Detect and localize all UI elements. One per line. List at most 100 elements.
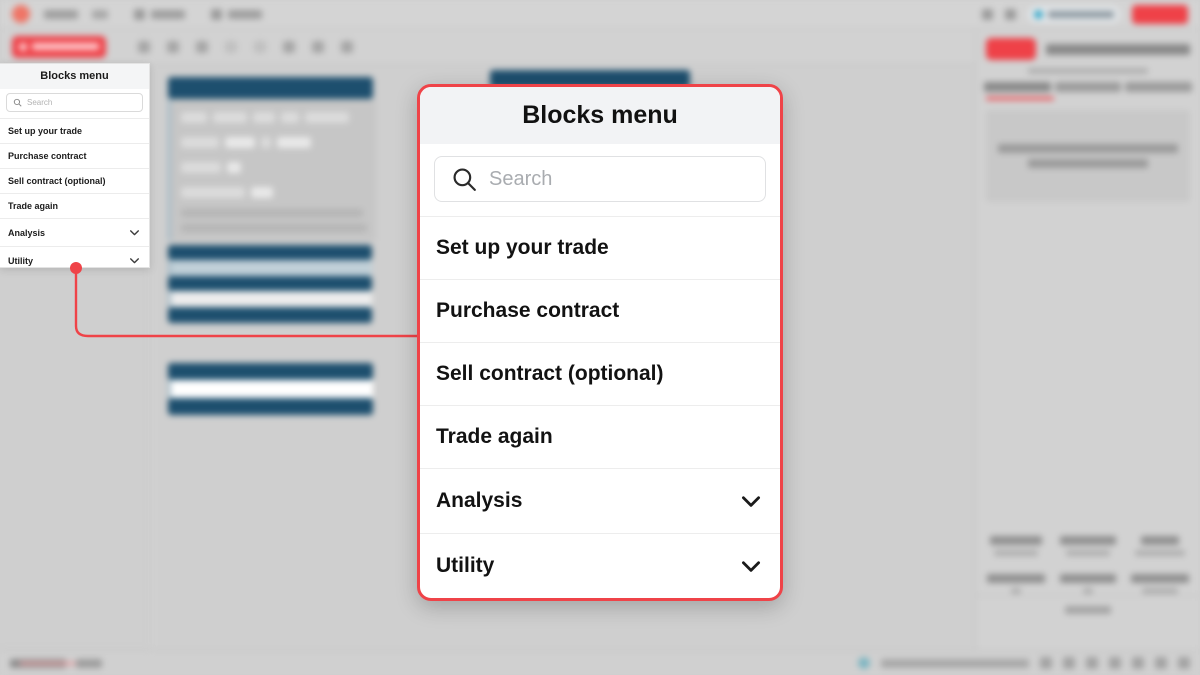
sidebar-item-label: Set up your trade <box>8 126 83 136</box>
status-bar <box>0 650 1200 675</box>
notifications-icon[interactable] <box>1005 8 1016 20</box>
sidebar-item-label: Utility <box>8 255 34 266</box>
block-header-analysis[interactable] <box>168 363 373 380</box>
chevron-down-icon[interactable] <box>738 553 764 579</box>
block-stack-main[interactable] <box>168 77 376 323</box>
menu-item-one[interactable] <box>134 8 185 20</box>
modal-item-set-up-your-trade[interactable]: Set up your trade <box>420 216 780 279</box>
open-file-icon[interactable] <box>167 40 179 53</box>
chevron-down-icon[interactable] <box>738 488 764 514</box>
account-status-pill[interactable] <box>1028 5 1120 23</box>
chevron-down-icon[interactable] <box>128 254 141 267</box>
sidebar-search-wrap: Search <box>0 89 149 118</box>
right-side-panel <box>975 29 1200 650</box>
menu-icon-one <box>134 8 145 20</box>
reset-view-icon[interactable] <box>341 40 353 53</box>
modal-search-input[interactable]: Search <box>434 156 766 202</box>
menu-item-two[interactable] <box>211 8 262 20</box>
tab-transactions[interactable] <box>1054 82 1122 92</box>
grid-icon[interactable] <box>1040 657 1052 669</box>
filter-icon[interactable] <box>1109 657 1121 669</box>
stat-card <box>982 530 1050 562</box>
panel-title <box>1046 43 1190 55</box>
blocks-menu-sidebar[interactable]: Blocks menu Search Set up your trade Pur… <box>0 63 150 268</box>
modal-item-purchase-contract[interactable]: Purchase contract <box>420 279 780 342</box>
modal-item-label: Set up your trade <box>436 236 609 259</box>
app-name-label <box>44 9 78 19</box>
block-header-trade-setup[interactable] <box>168 77 373 99</box>
layout-icon[interactable] <box>1132 657 1144 669</box>
blocks-menu-modal[interactable]: Blocks menu Search Set up your trade Pur… <box>417 84 783 601</box>
run-bot-label <box>32 43 99 50</box>
modal-search-placeholder: Search <box>489 167 553 190</box>
chevron-down-icon[interactable] <box>128 226 141 239</box>
search-icon <box>453 168 476 191</box>
app-window: Blocks menu Search Set up your trade Pur… <box>0 0 1200 675</box>
primary-action-button[interactable] <box>1132 4 1188 24</box>
block-header-sell[interactable] <box>168 276 372 291</box>
block-body-trade-setup[interactable] <box>168 99 376 241</box>
help-icon[interactable] <box>982 8 993 20</box>
block-header-trade-again[interactable] <box>168 307 372 323</box>
tab-journal[interactable] <box>1125 82 1193 92</box>
sidebar-item-utility[interactable]: Utility <box>0 246 149 274</box>
undo-icon[interactable] <box>225 40 237 53</box>
stat-card <box>1054 530 1122 562</box>
panel-empty-state-card <box>986 110 1190 202</box>
connection-status-icon <box>858 657 870 669</box>
connection-status-label <box>881 658 1029 668</box>
block-field-row <box>181 109 376 127</box>
chart-icon[interactable] <box>1063 657 1075 669</box>
sidebar-item-label: Purchase contract <box>8 151 87 161</box>
redo-icon[interactable] <box>254 40 266 53</box>
panel-stats-grid <box>976 524 1200 606</box>
panel-footer <box>976 595 1200 614</box>
block-body-sell[interactable] <box>168 291 372 307</box>
menu-icon-two <box>211 8 222 20</box>
sidebar-item-label: Trade again <box>8 201 59 211</box>
modal-item-sell-contract[interactable]: Sell contract (optional) <box>420 342 780 405</box>
new-file-icon[interactable] <box>138 40 150 53</box>
right-panel-header <box>976 29 1200 64</box>
block-stack-secondary[interactable] <box>168 363 376 415</box>
app-logo-icon <box>12 5 30 23</box>
zoom-in-icon[interactable] <box>283 40 295 53</box>
settings-icon[interactable] <box>1155 657 1167 669</box>
sidebar-item-label: Analysis <box>8 227 46 238</box>
modal-item-analysis[interactable]: Analysis <box>420 468 780 533</box>
block-body-purchase[interactable] <box>168 260 372 276</box>
block-header-utility[interactable] <box>168 398 373 415</box>
panel-tabs <box>976 74 1200 92</box>
top-menu-bar <box>0 0 1200 29</box>
sidebar-item-set-up-your-trade[interactable]: Set up your trade <box>0 118 149 143</box>
sidebar-search-placeholder: Search <box>27 98 53 107</box>
panel-footer-label <box>1065 606 1111 614</box>
run-bot-button[interactable] <box>12 35 106 58</box>
sidebar-item-purchase-contract[interactable]: Purchase contract <box>0 143 149 168</box>
fullscreen-icon[interactable] <box>1178 657 1190 669</box>
sort-icon[interactable] <box>1086 657 1098 669</box>
block-field-row <box>181 184 376 202</box>
menu-label-one <box>151 9 185 19</box>
sidebar-item-sell-contract[interactable]: Sell contract (optional) <box>0 168 149 193</box>
sidebar-item-analysis[interactable]: Analysis <box>0 218 149 246</box>
panel-run-button[interactable] <box>986 38 1036 60</box>
block-header-purchase[interactable] <box>168 245 372 260</box>
status-tab-indicator <box>20 661 76 665</box>
modal-search-wrap: Search <box>420 144 780 216</box>
sidebar-item-trade-again[interactable]: Trade again <box>0 193 149 218</box>
modal-item-trade-again[interactable]: Trade again <box>420 405 780 468</box>
block-body-analysis[interactable] <box>168 380 373 398</box>
block-field-row <box>181 159 376 177</box>
zoom-out-icon[interactable] <box>312 40 324 53</box>
sidebar-search-input[interactable]: Search <box>6 93 143 112</box>
status-dot-icon <box>1034 9 1043 19</box>
empty-state-line <box>1028 159 1148 168</box>
modal-item-utility[interactable]: Utility <box>420 533 780 598</box>
status-bar-right <box>858 657 1190 669</box>
status-tab-chart[interactable] <box>76 658 102 668</box>
empty-state-line <box>998 144 1178 153</box>
active-tab-indicator <box>986 97 1054 100</box>
save-file-icon[interactable] <box>196 40 208 53</box>
tab-summary[interactable] <box>984 82 1051 92</box>
